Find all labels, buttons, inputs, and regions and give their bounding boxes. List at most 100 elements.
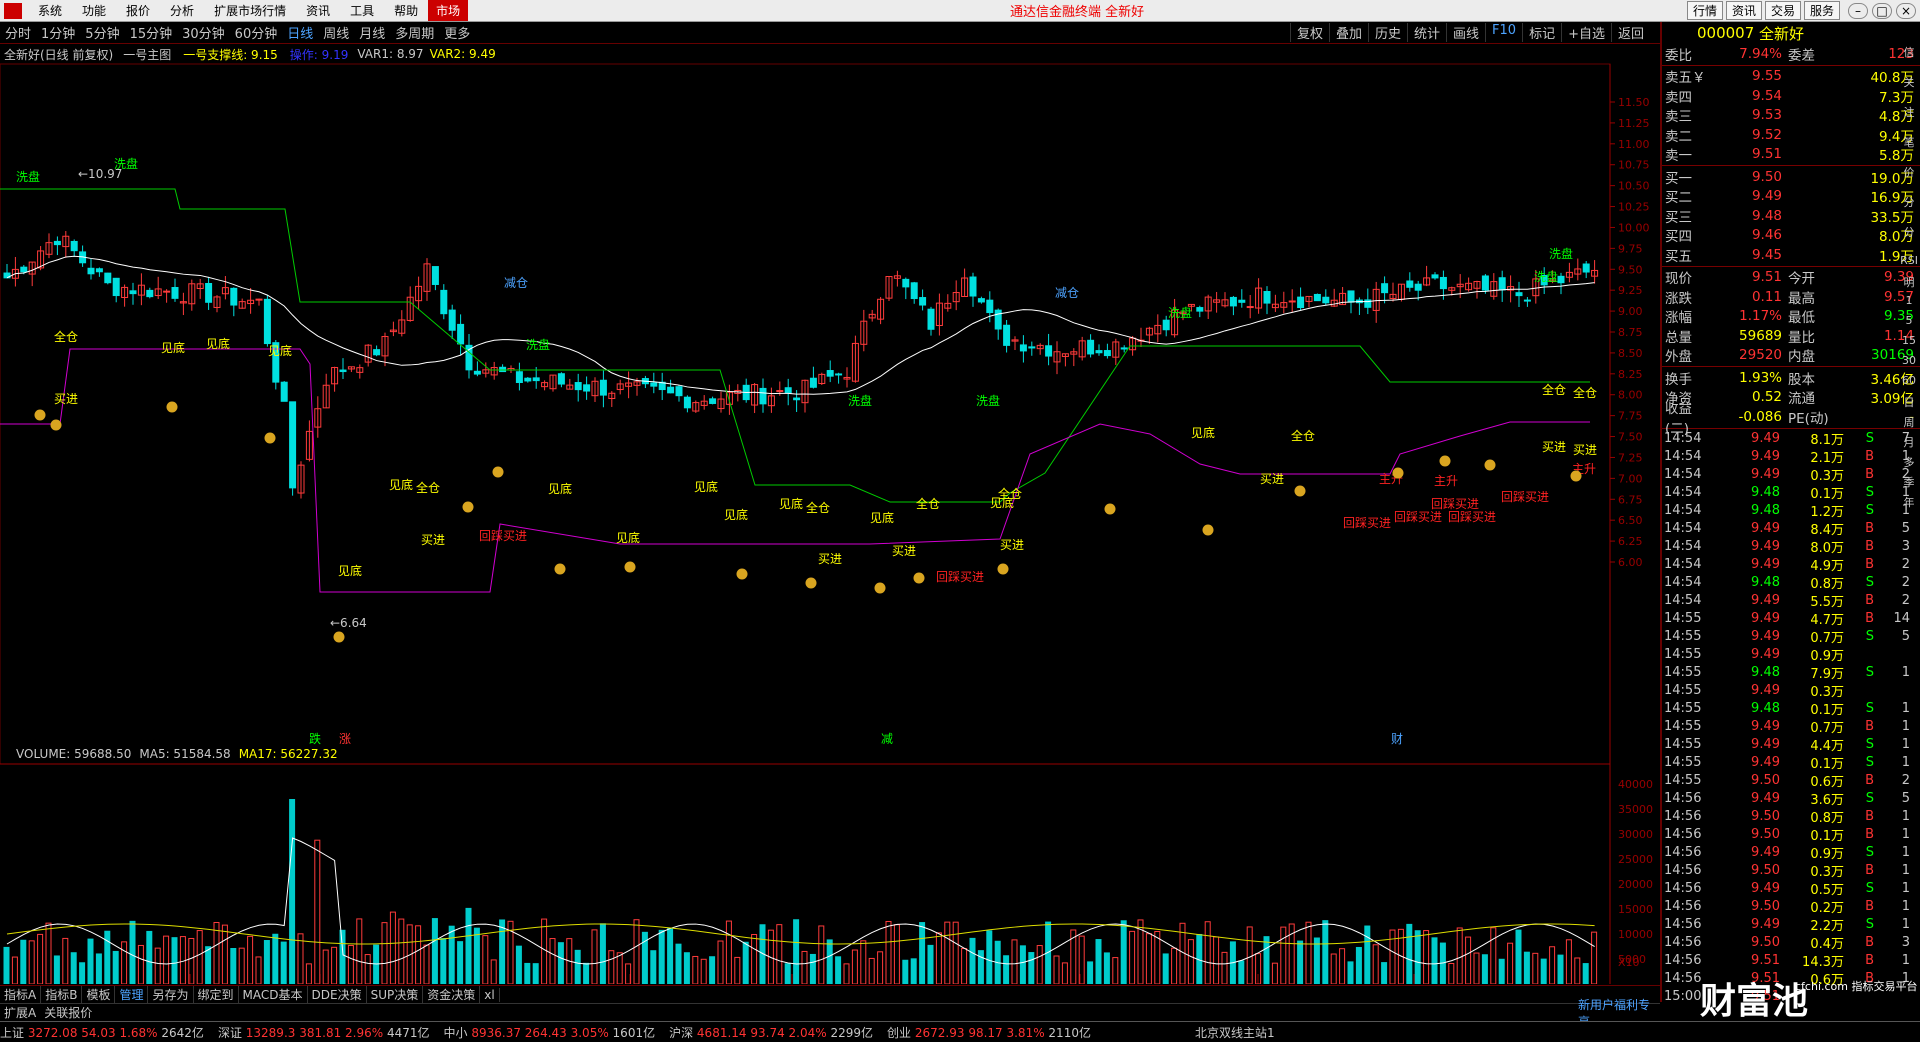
tool-4[interactable]: 画线 xyxy=(1446,23,1485,42)
related-quote-tab[interactable]: 关联报价 xyxy=(40,1004,96,1021)
side-tab-12[interactable]: 30 xyxy=(1898,354,1920,374)
side-tab-7[interactable]: RSI xyxy=(1898,254,1920,274)
side-tab-15[interactable]: 周 xyxy=(1898,414,1920,434)
candle-body xyxy=(793,397,801,401)
top-button-0[interactable]: 行情 xyxy=(1686,1,1723,20)
side-tab-0[interactable]: 信 xyxy=(1898,44,1920,74)
price-tick-label: 7.50 xyxy=(1618,431,1643,444)
tick-row: 14:55 9.49 0.3万 xyxy=(1662,682,1920,700)
maximize-icon[interactable]: □ xyxy=(1872,2,1892,19)
period-4[interactable]: 30分钟 xyxy=(177,23,230,42)
menu-3[interactable]: 分析 xyxy=(160,2,204,19)
indicator-tab-2[interactable]: 模板 xyxy=(82,986,116,1003)
indicator-tab-1[interactable]: 指标B xyxy=(41,986,83,1003)
tool-3[interactable]: 统计 xyxy=(1407,23,1446,42)
period-9[interactable]: 多周期 xyxy=(390,23,439,42)
tab-market[interactable]: 市场 xyxy=(428,0,469,21)
kline-chart[interactable]: 11.50 11.25 11.00 10.75 10.50 10.25 10.00 9.75 9… xyxy=(0,44,1660,984)
period-1[interactable]: 1分钟 xyxy=(36,23,80,42)
period-5[interactable]: 60分钟 xyxy=(230,23,283,42)
tool-8[interactable]: 返回 xyxy=(1610,23,1650,42)
tick-row: 14:54 9.49 4.9万 B 2 xyxy=(1662,556,1920,574)
index-4[interactable]: 创业 2672.93 98.17 3.81% 2110亿 xyxy=(887,1024,1091,1041)
volume-bar xyxy=(347,944,354,984)
indicator-tab-8[interactable]: SUP决策 xyxy=(367,986,424,1003)
side-tab-9[interactable]: 1 xyxy=(1898,294,1920,314)
money-bag-icon xyxy=(1294,485,1306,497)
index-0[interactable]: 上证 3272.08 54.03 1.68% 2642亿 xyxy=(0,1024,204,1041)
side-tab-4[interactable]: 价 xyxy=(1898,164,1920,194)
side-tab-8[interactable]: 明 xyxy=(1898,274,1920,294)
volume-bar xyxy=(28,940,35,984)
period-3[interactable]: 15分钟 xyxy=(125,23,178,42)
menu-1[interactable]: 功能 xyxy=(72,2,116,19)
side-tab-1[interactable]: 关 xyxy=(1898,74,1920,104)
index-pct: 2.04% xyxy=(788,1025,831,1040)
side-tab-16[interactable]: 月 xyxy=(1898,434,1920,454)
tool-0[interactable]: 复权 xyxy=(1289,23,1329,42)
side-tab-10[interactable]: 5 xyxy=(1898,314,1920,334)
stat-value: 9.51 xyxy=(1751,269,1782,286)
period-10[interactable]: 更多 xyxy=(439,23,475,42)
menu-4[interactable]: 扩展市场行情 xyxy=(204,2,296,19)
side-tab-17[interactable]: 多 xyxy=(1898,454,1920,474)
close-icon[interactable]: × xyxy=(1896,2,1916,19)
tool-1[interactable]: 叠加 xyxy=(1328,23,1368,42)
side-tab-6[interactable]: 分 xyxy=(1898,224,1920,254)
signal-yellow: 全仓 xyxy=(416,480,440,495)
money-bag-icon xyxy=(166,401,178,413)
ext-a-tab[interactable]: 扩展A xyxy=(0,1004,40,1021)
side-tab-19[interactable]: 年 xyxy=(1898,494,1920,514)
side-tab-13[interactable]: 60 xyxy=(1898,374,1920,394)
period-7[interactable]: 周线 xyxy=(318,23,354,42)
indicator-tab-0[interactable]: 指标A xyxy=(0,986,42,1003)
period-0[interactable]: 分时 xyxy=(0,23,36,42)
stat-row-0: 现价 9.51 今开 9.39 xyxy=(1662,268,1920,287)
menu-7[interactable]: 帮助 xyxy=(384,2,428,19)
menu-6[interactable]: 工具 xyxy=(340,2,384,19)
indicator-tab-4[interactable]: 另存为 xyxy=(148,986,194,1003)
indicator-tab-9[interactable]: 资金决策 xyxy=(423,986,481,1003)
sell-volume: 4.8万 xyxy=(1879,109,1914,126)
tick-volume: 0.9万 xyxy=(1810,847,1844,862)
index-3[interactable]: 沪深 4681.14 93.74 2.04% 2299亿 xyxy=(669,1024,873,1041)
side-tab-5[interactable]: 分 xyxy=(1898,194,1920,224)
menu-5[interactable]: 资讯 xyxy=(296,2,340,19)
indicator-tab-3[interactable]: 管理 xyxy=(115,986,149,1003)
top-button-2[interactable]: 交易 xyxy=(1764,1,1801,20)
menu-2[interactable]: 报价 xyxy=(116,2,160,19)
period-2[interactable]: 5分钟 xyxy=(80,23,124,42)
tick-count: 5 xyxy=(1901,791,1910,806)
tick-time: 14:55 xyxy=(1664,737,1702,752)
tool-2[interactable]: 历史 xyxy=(1367,23,1407,42)
indicator-tab-5[interactable]: 绑定到 xyxy=(194,986,239,1003)
volume-bar xyxy=(1481,954,1488,984)
indicator-tab-7[interactable]: DDE决策 xyxy=(308,986,367,1003)
menu-0[interactable]: 系统 xyxy=(28,2,72,19)
period-tabs: 分时 1分钟 5分钟 15分钟 30分钟 60分钟 日线 周线 月线 多周期 更多 xyxy=(0,23,475,42)
volume-bar xyxy=(801,950,808,984)
side-tab-11[interactable]: 15 xyxy=(1898,334,1920,354)
tool-7[interactable]: +自选 xyxy=(1561,23,1611,42)
period-6[interactable]: 日线 xyxy=(282,23,318,42)
index-2[interactable]: 中小 8936.37 264.43 3.05% 1601亿 xyxy=(444,1024,656,1041)
period-8[interactable]: 月线 xyxy=(354,23,390,42)
tool-6[interactable]: 标记 xyxy=(1522,23,1561,42)
tool-5[interactable]: F10 xyxy=(1485,23,1522,42)
tick-list[interactable]: 14:54 9.49 8.1万 S 7 14:54 9.49 2.1万 B 1 14:54 9.49 0… xyxy=(1662,430,1920,1006)
side-tab-14[interactable]: 日 xyxy=(1898,394,1920,414)
side-tab-2[interactable]: 注 xyxy=(1898,104,1920,134)
top-button-3[interactable]: 服务 xyxy=(1803,1,1840,20)
top-button-1[interactable]: 资讯 xyxy=(1725,1,1762,20)
index-1[interactable]: 深证 13289.3 381.81 2.96% 4471亿 xyxy=(218,1024,430,1041)
tick-side: S xyxy=(1865,575,1874,590)
indicator-tab-10[interactable]: xl xyxy=(480,987,500,1002)
minimize-icon[interactable]: – xyxy=(1848,2,1868,19)
side-tab-18[interactable]: 季 xyxy=(1898,474,1920,494)
indicator-tab-6[interactable]: MACD基本 xyxy=(239,986,308,1003)
side-tab-3[interactable]: 笔 xyxy=(1898,134,1920,164)
tick-volume: 0.6万 xyxy=(1810,775,1844,790)
volume-bar xyxy=(1280,926,1287,984)
ma-line xyxy=(6,255,1595,395)
sell-price: 9.53 xyxy=(1751,107,1782,124)
